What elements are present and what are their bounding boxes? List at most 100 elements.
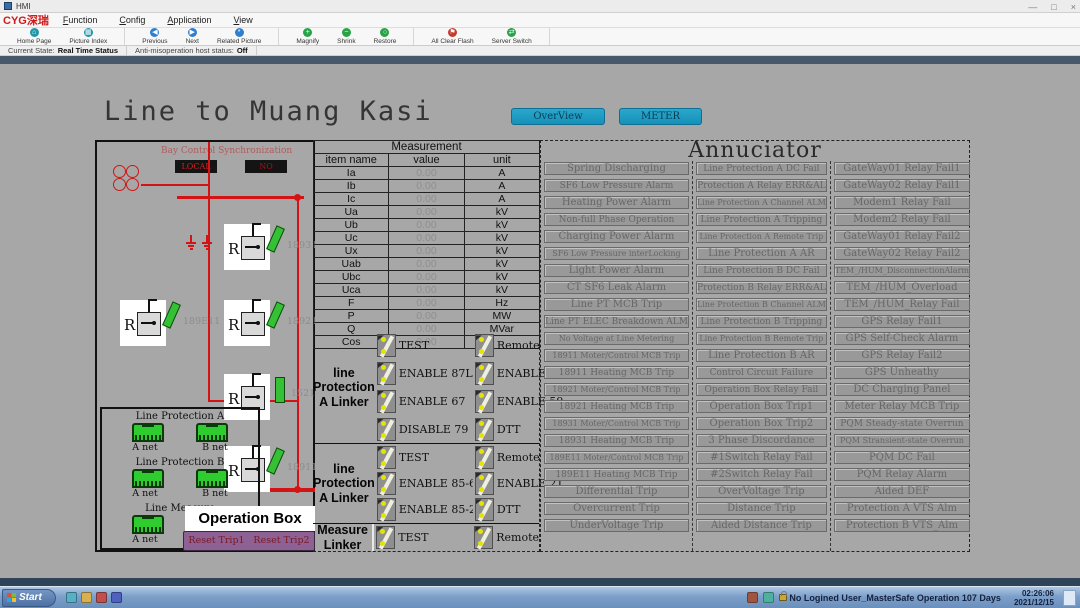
quick-launch-icon[interactable] bbox=[111, 592, 122, 603]
annunciator-cell[interactable]: TEM_/HUM_Overload bbox=[834, 281, 970, 294]
annunciator-cell[interactable]: Line Protection A DC Fail bbox=[696, 162, 827, 175]
quick-launch-icon[interactable] bbox=[81, 592, 92, 603]
annunciator-cell[interactable]: Operation Box Relay Fail bbox=[696, 383, 827, 396]
annunciator-cell[interactable]: Control Circuit Failure bbox=[696, 366, 827, 379]
annunciator-cell[interactable]: Line Protection B Remote Trip bbox=[696, 332, 827, 345]
overview-button[interactable]: OverView bbox=[511, 108, 605, 125]
annunciator-cell[interactable]: GPS Relay Fail1 bbox=[834, 315, 970, 328]
annunciator-cell[interactable]: PQM Steady-state Overrun bbox=[834, 417, 970, 430]
linker-switch-icon[interactable] bbox=[377, 334, 396, 357]
earth-switch-icon[interactable] bbox=[185, 235, 197, 251]
annunciator-cell[interactable]: Overcurrent Trip bbox=[544, 502, 689, 515]
annunciator-cell[interactable]: GateWay01 Relay Fail1 bbox=[834, 162, 970, 175]
linker-switch-icon[interactable] bbox=[475, 472, 494, 495]
menu-function[interactable]: Function bbox=[63, 15, 98, 25]
annunciator-cell[interactable]: Protection B Relay ERR&AL bbox=[696, 281, 827, 294]
annunciator-cell[interactable]: Line Protection B Channel ALM bbox=[696, 298, 827, 311]
annunciator-cell[interactable]: SF6 Low Pressure Alarm bbox=[544, 179, 689, 192]
show-desktop-button[interactable] bbox=[1063, 590, 1076, 606]
annunciator-cell[interactable]: GPS Unheathy bbox=[834, 366, 970, 379]
linker-switch-icon[interactable] bbox=[475, 418, 494, 441]
breaker-1521-icon[interactable] bbox=[275, 377, 285, 403]
annunciator-cell[interactable]: No Voltage at Line Metering bbox=[544, 332, 689, 345]
annunciator-cell[interactable]: PQM DC Fail bbox=[834, 451, 970, 464]
toolbar-all-clear-flash-button[interactable]: ⚑All Clear Flash bbox=[422, 28, 482, 45]
toolbar-picture-index-button[interactable]: ▦Picture Index bbox=[60, 28, 116, 45]
tray-icon[interactable] bbox=[747, 592, 758, 603]
annunciator-cell[interactable]: Line PT MCB Trip bbox=[544, 298, 689, 311]
annunciator-cell[interactable]: Aided Distance Trip bbox=[696, 519, 827, 532]
annunciator-cell[interactable]: Line Protection B AR bbox=[696, 349, 827, 362]
annunciator-cell[interactable]: GateWay02 Relay Fail1 bbox=[834, 179, 970, 192]
menu-config[interactable]: Config bbox=[119, 15, 145, 25]
annunciator-cell[interactable]: 18931 Moter/Control MCB Trip bbox=[544, 417, 689, 430]
annunciator-cell[interactable]: Heating Power Alarm bbox=[544, 196, 689, 209]
quick-launch-icon[interactable] bbox=[96, 592, 107, 603]
annunciator-cell[interactable]: 18931 Heating MCB Trip bbox=[544, 434, 689, 447]
annunciator-cell[interactable]: Non-full Phase Operation bbox=[544, 213, 689, 226]
annunciator-cell[interactable]: Modem2 Relay Fail bbox=[834, 213, 970, 226]
annunciator-cell[interactable]: Line Protection A Remote Trip bbox=[696, 230, 827, 243]
annunciator-cell[interactable]: UnderVoltage Trip bbox=[544, 519, 689, 532]
annunciator-cell[interactable]: 18921 Moter/Control MCB Trip bbox=[544, 383, 689, 396]
toolbar-next-button[interactable]: ▶Next bbox=[177, 28, 208, 45]
annunciator-cell[interactable]: 189E11 Moter/Control MCB Trip bbox=[544, 451, 689, 464]
annunciator-cell[interactable]: Line Protection A Tripping bbox=[696, 213, 827, 226]
linker-switch-icon[interactable] bbox=[474, 526, 493, 549]
annunciator-cell[interactable]: SF6 Low Pressure interLocking bbox=[544, 247, 689, 260]
linker-switch-icon[interactable] bbox=[475, 498, 494, 521]
tray-icon[interactable] bbox=[763, 592, 774, 603]
menu-application[interactable]: Application bbox=[167, 15, 211, 25]
annunciator-cell[interactable]: #1Switch Relay Fail bbox=[696, 451, 827, 464]
toolbar-restore-button[interactable]: ○Restore bbox=[365, 28, 406, 45]
annunciator-cell[interactable]: Operation Box Trip2 bbox=[696, 417, 827, 430]
annunciator-cell[interactable]: OverVoltage Trip bbox=[696, 485, 827, 498]
annunciator-cell[interactable]: GPS Self-Check Alarm bbox=[834, 332, 970, 345]
annunciator-cell[interactable]: Modem1 Relay Fail bbox=[834, 196, 970, 209]
meter-button[interactable]: METER bbox=[619, 108, 702, 125]
annunciator-cell[interactable]: TEM_/HUM_Relay Fail bbox=[834, 298, 970, 311]
earth-switch-icon[interactable] bbox=[201, 235, 213, 251]
linker-switch-icon[interactable] bbox=[377, 472, 396, 495]
linker-switch-icon[interactable] bbox=[475, 362, 494, 385]
minimize-button[interactable]: — bbox=[1028, 2, 1037, 12]
linker-switch-icon[interactable] bbox=[475, 334, 494, 357]
annunciator-cell[interactable]: DC Charging Panel bbox=[834, 383, 970, 396]
linker-switch-icon[interactable] bbox=[376, 526, 395, 549]
annunciator-cell[interactable]: GPS Relay Fail2 bbox=[834, 349, 970, 362]
toolbar-magnify-button[interactable]: +Magnify bbox=[287, 28, 328, 45]
breaker-18921[interactable]: R bbox=[224, 300, 270, 346]
annunciator-cell[interactable]: Line Protection A AR bbox=[696, 247, 827, 260]
linker-switch-icon[interactable] bbox=[377, 362, 396, 385]
annunciator-cell[interactable]: Distance Trip bbox=[696, 502, 827, 515]
toolbar-previous-button[interactable]: ◀Previous bbox=[133, 28, 176, 45]
quick-launch-icon[interactable] bbox=[66, 592, 77, 603]
toolbar-home-page-button[interactable]: ⌂Home Page bbox=[8, 28, 60, 45]
annunciator-cell[interactable]: Operation Box Trip1 bbox=[696, 400, 827, 413]
annunciator-cell[interactable]: Line Protection A Channel ALM bbox=[696, 196, 827, 209]
annunciator-cell[interactable]: 189E11 Heating MCB Trip bbox=[544, 468, 689, 481]
annunciator-cell[interactable]: 18911 Moter/Control MCB Trip bbox=[544, 349, 689, 362]
annunciator-cell[interactable]: Differential Trip bbox=[544, 485, 689, 498]
start-button[interactable]: Start bbox=[2, 589, 56, 607]
annunciator-cell[interactable]: Line Protection B DC Fail bbox=[696, 264, 827, 277]
annunciator-cell[interactable]: GateWay02 Relay Fail2 bbox=[834, 247, 970, 260]
annunciator-cell[interactable]: PQM Relay Alarm bbox=[834, 468, 970, 481]
toolbar-server-switch-button[interactable]: ⇄Server Switch bbox=[483, 28, 541, 45]
annunciator-cell[interactable]: CT SF6 Leak Alarm bbox=[544, 281, 689, 294]
annunciator-cell[interactable]: Spring Discharging bbox=[544, 162, 689, 175]
toolbar-shrink-button[interactable]: −Shrink bbox=[328, 28, 364, 45]
annunciator-cell[interactable]: Meter Relay MCB Trip bbox=[834, 400, 970, 413]
annunciator-cell[interactable]: Protection A VTS Alm bbox=[834, 502, 970, 515]
linker-switch-icon[interactable] bbox=[475, 390, 494, 413]
annunciator-cell[interactable]: 18911 Heating MCB Trip bbox=[544, 366, 689, 379]
menu-view[interactable]: View bbox=[233, 15, 252, 25]
linker-switch-icon[interactable] bbox=[377, 418, 396, 441]
linker-switch-icon[interactable] bbox=[377, 498, 396, 521]
annunciator-cell[interactable]: TEM_/HUM_DisconnectionAlarm bbox=[834, 264, 970, 277]
reset-trip1-button[interactable]: Reset Trip1 bbox=[184, 532, 249, 550]
breaker-18931[interactable]: R bbox=[224, 224, 270, 270]
close-button[interactable]: × bbox=[1071, 2, 1076, 12]
linker-switch-icon[interactable] bbox=[377, 390, 396, 413]
linker-switch-icon[interactable] bbox=[377, 446, 396, 469]
